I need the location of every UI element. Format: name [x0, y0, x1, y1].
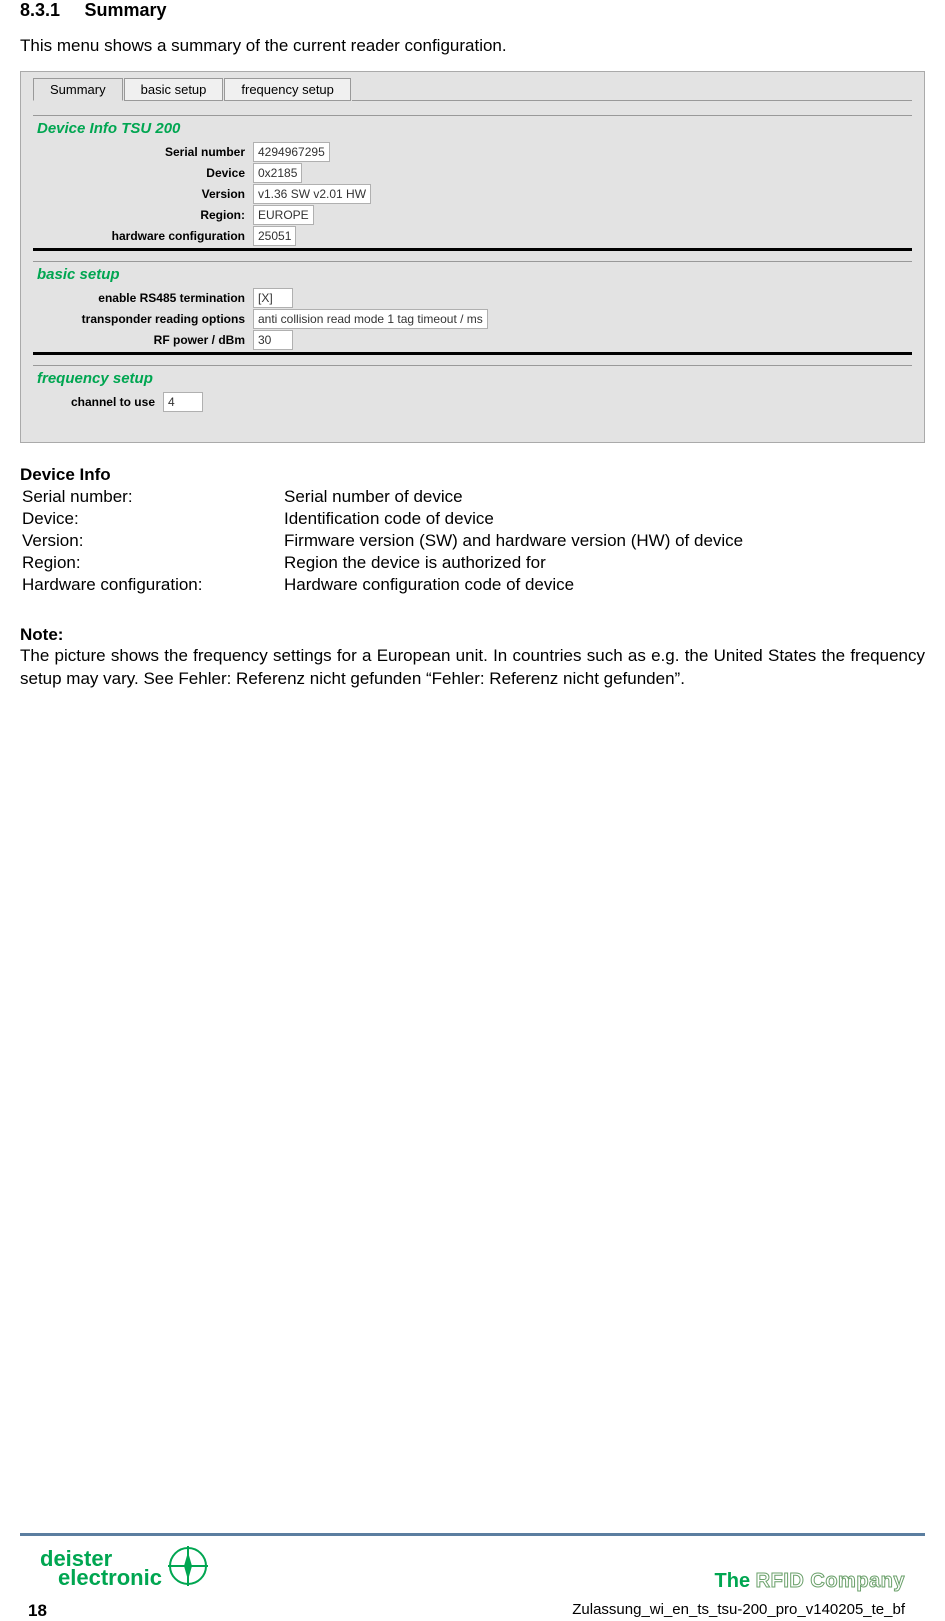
def-row: Region: Region the device is authorized …: [22, 553, 743, 573]
tag-the: The: [715, 1570, 756, 1592]
label-region: Region:: [33, 208, 253, 222]
device-info-block: Device Info TSU 200 Serial number 429496…: [33, 115, 912, 251]
compass-icon: [166, 1544, 210, 1593]
page-footer: deister electronic The RFID Company: [20, 1533, 925, 1621]
section-number: 8.3.1: [20, 0, 60, 20]
def-desc: Hardware configuration code of device: [284, 575, 743, 595]
brand-logo: deister electronic: [40, 1544, 210, 1593]
value-device: 0x2185: [253, 163, 302, 183]
device-info-title: Device Info TSU 200: [33, 120, 912, 141]
value-rf-power: 30: [253, 330, 293, 350]
label-version: Version: [33, 187, 253, 201]
tag-rest: RFID Company: [756, 1570, 905, 1592]
def-row: Device: Identification code of device: [22, 509, 743, 529]
divider: [33, 115, 912, 116]
label-channel: channel to use: [33, 395, 163, 409]
label-transponder: transponder reading options: [33, 312, 253, 326]
section-header: 8.3.1 Summary: [20, 0, 925, 21]
label-rf-power: RF power / dBm: [33, 333, 253, 347]
divider: [33, 261, 912, 262]
label-serial: Serial number: [33, 145, 253, 159]
row-version: Version v1.36 SW v2.01 HW: [33, 184, 912, 204]
label-hw-config: hardware configuration: [33, 229, 253, 243]
value-rs485: [X]: [253, 288, 293, 308]
def-label: Device:: [22, 509, 282, 529]
page-number: 18: [28, 1601, 47, 1621]
frequency-setup-block: frequency setup channel to use 4: [33, 365, 912, 412]
value-region: EUROPE: [253, 205, 314, 225]
divider: [33, 248, 912, 251]
defs-heading: Device Info: [20, 465, 925, 485]
tab-summary[interactable]: Summary: [33, 78, 123, 101]
def-label: Region:: [22, 553, 282, 573]
row-channel: channel to use 4: [33, 392, 912, 412]
value-hw-config: 25051: [253, 226, 296, 246]
value-serial: 4294967295: [253, 142, 330, 162]
row-transponder: transponder reading options anti collisi…: [33, 309, 912, 329]
tab-frequency-setup[interactable]: frequency setup: [224, 78, 351, 101]
frequency-setup-title: frequency setup: [33, 370, 912, 391]
label-device: Device: [33, 166, 253, 180]
row-hw-config: hardware configuration 25051: [33, 226, 912, 246]
def-row: Version: Firmware version (SW) and hardw…: [22, 531, 743, 551]
tab-basic-setup[interactable]: basic setup: [124, 78, 224, 101]
label-rs485: enable RS485 termination: [33, 291, 253, 305]
def-label: Hardware configuration:: [22, 575, 282, 595]
row-serial: Serial number 4294967295: [33, 142, 912, 162]
def-label: Serial number:: [22, 487, 282, 507]
basic-setup-title: basic setup: [33, 266, 912, 287]
basic-setup-block: basic setup enable RS485 termination [X]…: [33, 261, 912, 355]
tab-bar: Summary basic setup frequency setup: [33, 78, 912, 101]
defs-table: Serial number: Serial number of device D…: [20, 485, 745, 597]
tab-spacer: [352, 78, 912, 101]
def-row: Hardware configuration: Hardware configu…: [22, 575, 743, 595]
doc-reference: Zulassung_wi_en_ts_tsu-200_pro_v140205_t…: [572, 1601, 905, 1621]
intro-text: This menu shows a summary of the current…: [20, 36, 925, 56]
row-device: Device 0x2185: [33, 163, 912, 183]
divider: [33, 365, 912, 366]
def-desc: Firmware version (SW) and hardware versi…: [284, 531, 743, 551]
note-text: The picture shows the frequency settings…: [20, 645, 925, 691]
value-version: v1.36 SW v2.01 HW: [253, 184, 371, 204]
row-region: Region: EUROPE: [33, 205, 912, 225]
def-desc: Identification code of device: [284, 509, 743, 529]
def-label: Version:: [22, 531, 282, 551]
def-desc: Serial number of device: [284, 487, 743, 507]
row-rs485: enable RS485 termination [X]: [33, 288, 912, 308]
value-channel: 4: [163, 392, 203, 412]
brand-tagline: The RFID Company: [715, 1570, 905, 1593]
config-screenshot: Summary basic setup frequency setup Devi…: [20, 71, 925, 443]
section-title: Summary: [85, 0, 167, 20]
note-heading: Note:: [20, 625, 925, 645]
divider: [33, 352, 912, 355]
row-rf-power: RF power / dBm 30: [33, 330, 912, 350]
def-desc: Region the device is authorized for: [284, 553, 743, 573]
def-row: Serial number: Serial number of device: [22, 487, 743, 507]
brand-line2: electronic: [40, 1569, 162, 1588]
value-transponder: anti collision read mode 1 tag timeout /…: [253, 309, 488, 329]
